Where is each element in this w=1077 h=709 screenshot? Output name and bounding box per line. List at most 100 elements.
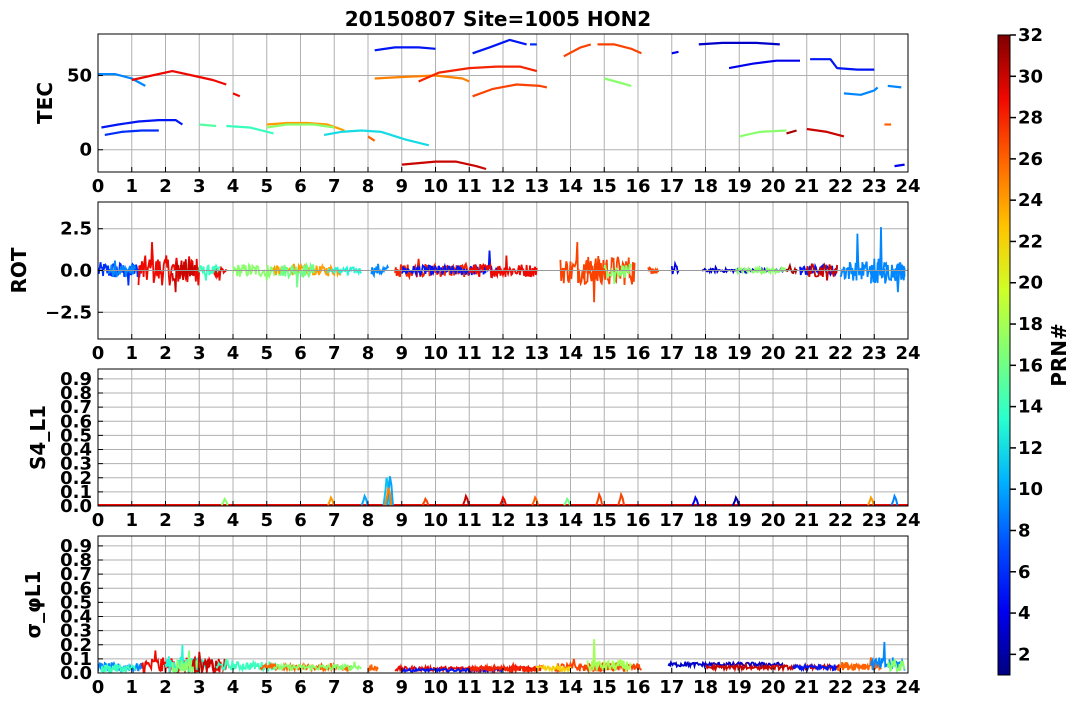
s4-spike bbox=[461, 493, 470, 506]
x-tick-label: 24 bbox=[895, 510, 920, 531]
tec-series-line bbox=[374, 46, 436, 52]
sigma-phi-panel: 0 1 2 3 4 5 6 7 8 9 10 11 12 13 14 15 16 17 18 19 20 21 22 23 24… bbox=[21, 535, 921, 698]
x-tick-label: 21 bbox=[794, 510, 819, 531]
x-tick-label: 8 bbox=[362, 176, 375, 197]
x-tick-label: 24 bbox=[895, 343, 920, 364]
s4-spike bbox=[617, 491, 626, 506]
x-tick-label: 21 bbox=[794, 343, 819, 364]
x-tick-label: 9 bbox=[395, 510, 408, 531]
x-tick-label: 5 bbox=[260, 677, 273, 698]
tec-series-line bbox=[887, 84, 902, 89]
tec-series-line bbox=[563, 43, 592, 58]
x-tick-label: 16 bbox=[625, 343, 650, 364]
colorbar-ticks: 2468101214161820222426283032 bbox=[1010, 25, 1043, 665]
s4-spike bbox=[595, 491, 604, 506]
x-tick-label: 1 bbox=[125, 510, 138, 531]
data-layer bbox=[98, 227, 906, 303]
series-line bbox=[670, 260, 680, 275]
x-tick-label: 22 bbox=[828, 343, 853, 364]
colorbar-gradient bbox=[997, 34, 1011, 676]
tec-series-line bbox=[472, 38, 527, 55]
x-tick-label: 8 bbox=[362, 677, 375, 698]
tec-series-line bbox=[367, 135, 376, 142]
y-tick-label: 0.0 bbox=[60, 261, 92, 282]
x-tick-label: 7 bbox=[328, 343, 341, 364]
x-tick-label: 22 bbox=[828, 176, 853, 197]
tec-series-line bbox=[472, 83, 548, 98]
colorbar-tick-label: 26 bbox=[1018, 149, 1043, 170]
tec-series-line bbox=[786, 129, 797, 135]
x-tick-label: 7 bbox=[328, 677, 341, 698]
tec-panel: 0 1 2 3 4 5 6 7 8 9 10 11 12 13 14 15 16 17 18 19 20 21 22 23 24… bbox=[33, 33, 921, 197]
colorbar-tick-label: 12 bbox=[1018, 438, 1043, 459]
colorbar-tick-label: 28 bbox=[1018, 108, 1043, 129]
grid bbox=[97, 369, 909, 507]
x-tick-label: 21 bbox=[794, 677, 819, 698]
x-tick-label: 2 bbox=[159, 343, 172, 364]
x-tick-label: 16 bbox=[625, 677, 650, 698]
s4-axis-label: S4_L1 bbox=[26, 405, 50, 470]
x-tick-label: 23 bbox=[862, 176, 887, 197]
x-tick-label: 11 bbox=[457, 510, 482, 531]
colorbar-tick-label: 22 bbox=[1018, 231, 1043, 252]
s4-spike bbox=[360, 493, 369, 506]
x-tick-label: 15 bbox=[592, 176, 617, 197]
x-tick-label: 12 bbox=[490, 176, 515, 197]
x-tick-label: 7 bbox=[328, 510, 341, 531]
tec-series-line bbox=[232, 92, 241, 98]
grid bbox=[97, 536, 909, 674]
colorbar-tick-label: 24 bbox=[1018, 190, 1043, 211]
x-tick-label: 18 bbox=[693, 176, 718, 197]
colorbar-tick-label: 16 bbox=[1018, 355, 1043, 376]
x-tick-label: 9 bbox=[395, 343, 408, 364]
x-tick-label: 11 bbox=[457, 176, 482, 197]
x-tick-label: 17 bbox=[659, 343, 684, 364]
tec-series-line bbox=[894, 163, 905, 168]
series-line bbox=[367, 664, 379, 672]
colorbar-tick-label: 20 bbox=[1018, 273, 1043, 294]
tec-series-line bbox=[418, 65, 538, 83]
tec-series-line bbox=[131, 70, 227, 86]
figure-title: 20150807 Site=1005 HON2 bbox=[345, 7, 651, 31]
y-tick-label: −2.5 bbox=[45, 302, 92, 323]
x-tick-label: 11 bbox=[457, 343, 482, 364]
x-tick-label: 0 bbox=[92, 510, 105, 531]
sigma-phi-axis-label: σ_φL1 bbox=[21, 571, 45, 639]
x-tick-label: 14 bbox=[558, 343, 583, 364]
x-tick-label: 10 bbox=[423, 176, 448, 197]
tec-series-line bbox=[101, 119, 183, 129]
series-line bbox=[785, 262, 798, 276]
colorbar-label: PRN# bbox=[1047, 323, 1071, 387]
colorbar-tick-label: 2 bbox=[1018, 644, 1031, 665]
x-tick-label: 14 bbox=[558, 510, 583, 531]
x-tick-label: 9 bbox=[395, 677, 408, 698]
x-tick-label: 13 bbox=[524, 677, 549, 698]
x-tick-label: 15 bbox=[592, 677, 617, 698]
colorbar-tick-label: 8 bbox=[1018, 520, 1031, 541]
series-line bbox=[171, 259, 197, 293]
colorbar-tick-label: 6 bbox=[1018, 562, 1031, 583]
y-tick-label: 2.5 bbox=[60, 219, 92, 240]
x-tick-label: 18 bbox=[693, 677, 718, 698]
x-tick-label: 23 bbox=[862, 343, 887, 364]
x-tick-label: 6 bbox=[294, 343, 307, 364]
x-tick-label: 19 bbox=[727, 510, 752, 531]
x-tick-label: 20 bbox=[760, 343, 785, 364]
x-tick-label: 8 bbox=[362, 510, 375, 531]
x-tick-label: 10 bbox=[423, 677, 448, 698]
x-tick-label: 5 bbox=[260, 343, 273, 364]
s4-panel: 0 1 2 3 4 5 6 7 8 9 10 11 12 13 14 15 16 17 18 19 20 21 22 23 24… bbox=[26, 368, 921, 531]
x-tick-label: 11 bbox=[457, 677, 482, 698]
x-tick-label: 15 bbox=[592, 343, 617, 364]
x-tick-label: 12 bbox=[490, 343, 515, 364]
figure: 20150807 Site=1005 HON2 0 1 2 3 4 5 6 7 8 9 10 11 12… bbox=[7, 7, 1071, 698]
x-tick-label: 19 bbox=[727, 677, 752, 698]
x-tick-label: 13 bbox=[524, 510, 549, 531]
x-tick-label: 9 bbox=[395, 176, 408, 197]
tec-series-line bbox=[671, 50, 679, 55]
x-tick-label: 3 bbox=[193, 343, 206, 364]
series-line bbox=[535, 663, 572, 673]
x-tick-label: 5 bbox=[260, 176, 273, 197]
x-tick-label: 18 bbox=[693, 510, 718, 531]
x-tick-label: 4 bbox=[227, 510, 240, 531]
